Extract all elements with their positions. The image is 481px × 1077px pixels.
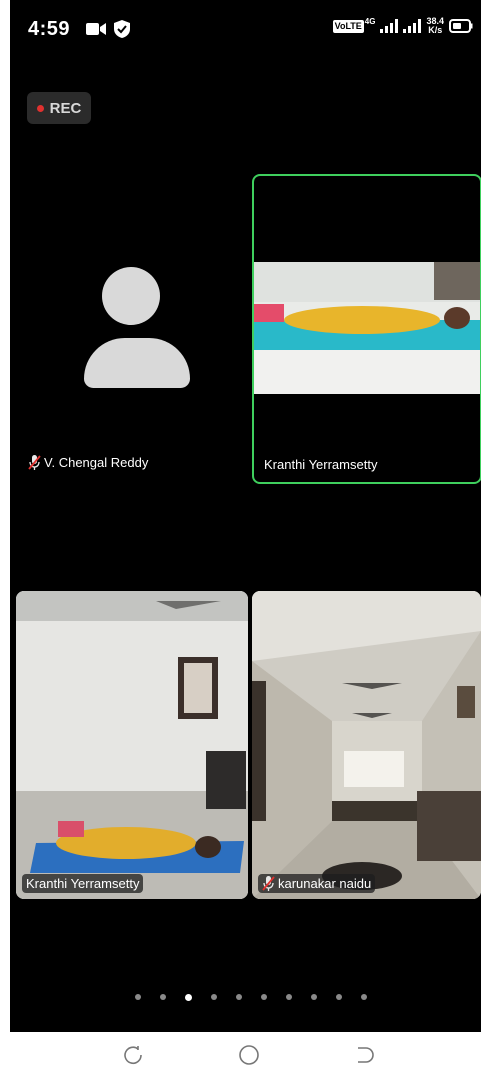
participant-name-label: Kranthi Yerramsetty xyxy=(22,874,144,893)
page-dot[interactable] xyxy=(310,994,317,1000)
home-icon[interactable] xyxy=(238,1044,260,1066)
back-icon[interactable] xyxy=(352,1044,374,1066)
participant-video xyxy=(254,262,480,394)
shield-check-icon xyxy=(114,20,130,38)
page-dot[interactable] xyxy=(184,994,192,1001)
speed-unit: K/s xyxy=(428,25,443,35)
page-dot[interactable] xyxy=(335,994,342,1000)
status-icons-right: VoLTE 4G 38.4 K/s xyxy=(332,16,473,35)
status-bar: 4:59 VoLTE 4G 38.4 K/s xyxy=(10,0,481,56)
signal-icon xyxy=(403,19,422,33)
avatar-placeholder-body xyxy=(84,338,190,388)
participant-tile-2-active-speaker[interactable]: Kranthi Yerramsetty xyxy=(252,174,481,484)
participant-name: V. Chengal Reddy xyxy=(44,455,149,470)
volte-badge: VoLTE xyxy=(332,19,364,33)
participant-name: karunakar naidu xyxy=(278,876,372,891)
participant-name-label: V. Chengal Reddy xyxy=(24,453,152,472)
network-speed: 38.4 K/s xyxy=(426,17,444,35)
page-dot[interactable] xyxy=(134,994,141,1000)
video-camera-icon xyxy=(86,23,106,35)
battery-icon xyxy=(449,19,473,33)
recents-icon[interactable] xyxy=(122,1044,144,1066)
recording-badge: REC xyxy=(27,92,91,124)
participant-name-label: Kranthi Yerramsetty xyxy=(260,455,381,474)
participant-name-label: karunakar naidu xyxy=(258,874,376,893)
system-nav-bar xyxy=(0,1032,481,1077)
page-dot[interactable] xyxy=(285,994,292,1000)
page-indicator[interactable] xyxy=(10,994,481,1010)
participant-tile-3[interactable]: Kranthi Yerramsetty xyxy=(16,591,248,899)
mic-muted-icon xyxy=(28,455,41,470)
page-dot[interactable] xyxy=(360,994,367,1000)
meeting-screen: 4:59 VoLTE 4G 38.4 K/s REC V. Chengal Re… xyxy=(10,0,481,1032)
page-dot[interactable] xyxy=(235,994,242,1000)
signal-icon xyxy=(380,19,399,33)
participant-video xyxy=(16,591,248,899)
recording-label: REC xyxy=(49,99,82,117)
recording-dot-icon xyxy=(36,104,44,112)
page-dot[interactable] xyxy=(159,994,166,1000)
participant-video xyxy=(252,591,481,899)
participant-name: Kranthi Yerramsetty xyxy=(264,457,378,472)
participant-tile-1[interactable]: V. Chengal Reddy xyxy=(16,172,242,482)
participant-tile-4[interactable]: karunakar naidu xyxy=(252,591,481,899)
network-gen: 4G xyxy=(364,16,376,26)
avatar-placeholder-icon xyxy=(102,267,160,325)
page-dot[interactable] xyxy=(210,994,217,1000)
participant-name: Kranthi Yerramsetty xyxy=(26,876,140,891)
page-dot[interactable] xyxy=(260,994,267,1000)
status-icons-left xyxy=(86,20,130,38)
mic-muted-icon xyxy=(262,876,275,891)
status-time: 4:59 xyxy=(28,18,71,40)
